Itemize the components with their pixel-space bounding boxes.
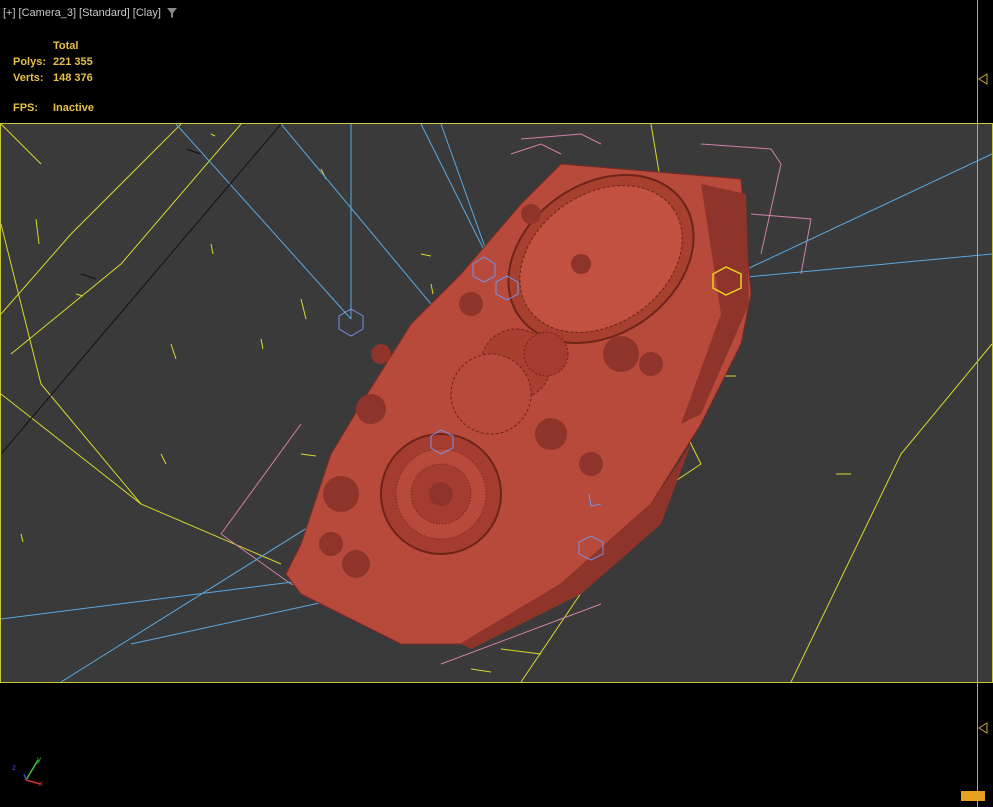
fps-display: FPS: Inactive bbox=[13, 102, 94, 114]
stats-header: Total bbox=[53, 40, 79, 52]
polys-label: Polys: bbox=[13, 56, 47, 68]
watch-movement-model[interactable] bbox=[285, 140, 752, 649]
fps-value: Inactive bbox=[53, 102, 94, 114]
dark-grid-lines bbox=[1, 124, 282, 455]
safe-frame[interactable] bbox=[0, 123, 993, 683]
viewport-label: [+] [Camera_3] [Standard] [Clay] bbox=[3, 5, 178, 21]
axis-y-label: y bbox=[37, 755, 41, 764]
camera-selector[interactable]: [Camera_3] bbox=[19, 7, 76, 19]
filter-icon[interactable] bbox=[166, 7, 178, 19]
style-selector[interactable]: [Clay] bbox=[133, 7, 161, 19]
timeline-marker-line bbox=[977, 0, 978, 807]
verts-value: 148 376 bbox=[53, 72, 93, 84]
triangle-left-icon[interactable] bbox=[978, 73, 988, 85]
shading-selector[interactable]: [Standard] bbox=[79, 7, 130, 19]
fps-label: FPS: bbox=[13, 102, 39, 114]
status-badge[interactable] bbox=[961, 791, 985, 801]
axis-gizmo: y x z bbox=[12, 755, 43, 788]
viewport-scene[interactable] bbox=[1, 124, 992, 682]
statistics-overlay: Total Polys: 221 355 Verts: 148 376 bbox=[13, 38, 93, 86]
viewport-menu-button[interactable]: [+] bbox=[3, 7, 16, 19]
axis-x-label: x bbox=[39, 779, 43, 788]
triangle-left-icon[interactable] bbox=[978, 722, 988, 734]
verts-label: Verts: bbox=[13, 72, 44, 84]
axis-z-label: z bbox=[12, 763, 16, 772]
polys-value: 221 355 bbox=[53, 56, 93, 68]
